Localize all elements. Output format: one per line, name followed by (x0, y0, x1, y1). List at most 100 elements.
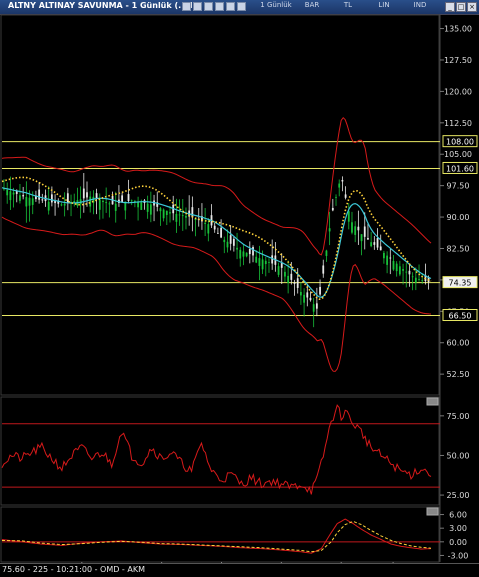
candle-body (207, 224, 210, 234)
panel-options-button[interactable] (426, 507, 439, 516)
macd-panel (0, 506, 440, 563)
rsi-line (1, 404, 432, 495)
candle-body (19, 195, 21, 201)
candle-body (220, 227, 222, 238)
candle-body (296, 278, 299, 288)
candle-body (293, 282, 296, 284)
candle-body (341, 180, 344, 182)
candle-body (389, 257, 392, 259)
macd-tick-label: -3.00 (448, 551, 469, 560)
candle-body (9, 191, 12, 201)
price-tick-label: 60.00 (447, 339, 470, 348)
candle-body (102, 200, 104, 203)
candle-body (162, 209, 165, 219)
candle-body (344, 194, 347, 198)
candle-body (309, 297, 312, 301)
macd-tick-label: 0.00 (449, 538, 467, 547)
candle-body (252, 247, 254, 256)
candle-body (315, 303, 318, 309)
candle-body (411, 276, 414, 278)
candle-body (392, 260, 395, 270)
rsi-tick-label: 50.00 (447, 451, 470, 460)
macd-tick-label: 6.00 (449, 511, 467, 520)
price-tick-label: 120.00 (444, 87, 472, 96)
candle-body (335, 196, 337, 198)
candle-body (191, 207, 194, 218)
macd-signal-line (2, 520, 432, 553)
candle-body (386, 255, 389, 265)
level-label: 74.35 (449, 279, 472, 288)
macd-line (1, 518, 432, 554)
level-label: 108.00 (446, 138, 474, 147)
candle-body (47, 201, 50, 211)
candle-body (89, 196, 92, 207)
candle-body (236, 247, 238, 250)
candle-body (242, 251, 245, 257)
price-axis: 135.00 127.50 120.00 112.50 105.00 97.50 90.00… (440, 25, 478, 379)
macd-tick-label: 3.00 (449, 524, 467, 533)
candle-body (300, 291, 302, 296)
candle-body (277, 266, 280, 275)
rsi-tick-label: 75.00 (447, 412, 470, 421)
candle-body (328, 228, 331, 232)
candle-body (271, 255, 274, 264)
candle-body (114, 203, 117, 211)
candle-body (421, 280, 424, 282)
candle-body (12, 192, 15, 195)
chart-canvas[interactable]: 135.00 127.50 120.00 112.50 105.00 97.50 90.00… (0, 0, 479, 576)
candle-body (357, 226, 360, 231)
candle-body (95, 193, 98, 199)
candle-body (185, 215, 187, 218)
price-tick-label: 52.50 (447, 370, 470, 379)
price-plot (1, 116, 440, 372)
candle-body (181, 215, 184, 217)
rsi-axis: 75.00 50.00 25.00 (440, 412, 469, 500)
candle-body (383, 252, 385, 259)
candle-body (108, 203, 111, 205)
candle-body (213, 225, 216, 230)
candle-body (31, 198, 34, 205)
candle-body (290, 273, 293, 280)
candle-body (73, 201, 76, 203)
panel-options-button[interactable] (426, 397, 439, 406)
status-text: 75.60 - 225 - 10:21:00 - OMD - AKM (2, 565, 145, 574)
candle-body (105, 202, 108, 204)
price-tick-label: 82.50 (447, 244, 470, 253)
candle-body (248, 249, 251, 255)
macd-plot (1, 518, 440, 554)
bollinger-lower-line (1, 216, 432, 372)
candle-body (86, 192, 88, 198)
candle-body (178, 214, 181, 216)
candle-body (373, 242, 376, 245)
candle-body (408, 270, 411, 275)
candle-body (360, 234, 363, 242)
candle-body (395, 263, 398, 272)
candle-body (245, 252, 248, 257)
level-label: 66.50 (449, 312, 472, 321)
price-tick-label: 97.50 (447, 182, 470, 191)
candle-body (223, 239, 226, 243)
candle-body (418, 279, 420, 280)
candle-body (367, 238, 369, 240)
candle-body (347, 211, 350, 222)
candle-body (216, 232, 219, 234)
candle-body (338, 183, 341, 188)
candle-body (98, 199, 101, 210)
candle-body (402, 269, 404, 271)
candle-body (38, 189, 41, 200)
candle-body (175, 213, 178, 222)
candle-body (370, 242, 373, 247)
status-bar: 75.60 - 225 - 10:21:00 - OMD - AKM (0, 563, 479, 577)
candle-body (379, 246, 382, 251)
candle-body (284, 271, 286, 277)
candle-body (140, 202, 143, 210)
candle-body (22, 195, 25, 197)
candle-body (303, 294, 305, 303)
candle-body (325, 250, 328, 256)
candle-body (261, 259, 264, 270)
chart-window: ALTNY ALTINAY SAVUNMA - 1 Günlük (.1d) 1… (0, 0, 479, 577)
candle-body (25, 197, 28, 207)
candle-body (239, 249, 242, 259)
candle-body (376, 238, 379, 248)
candle-body (165, 210, 168, 215)
